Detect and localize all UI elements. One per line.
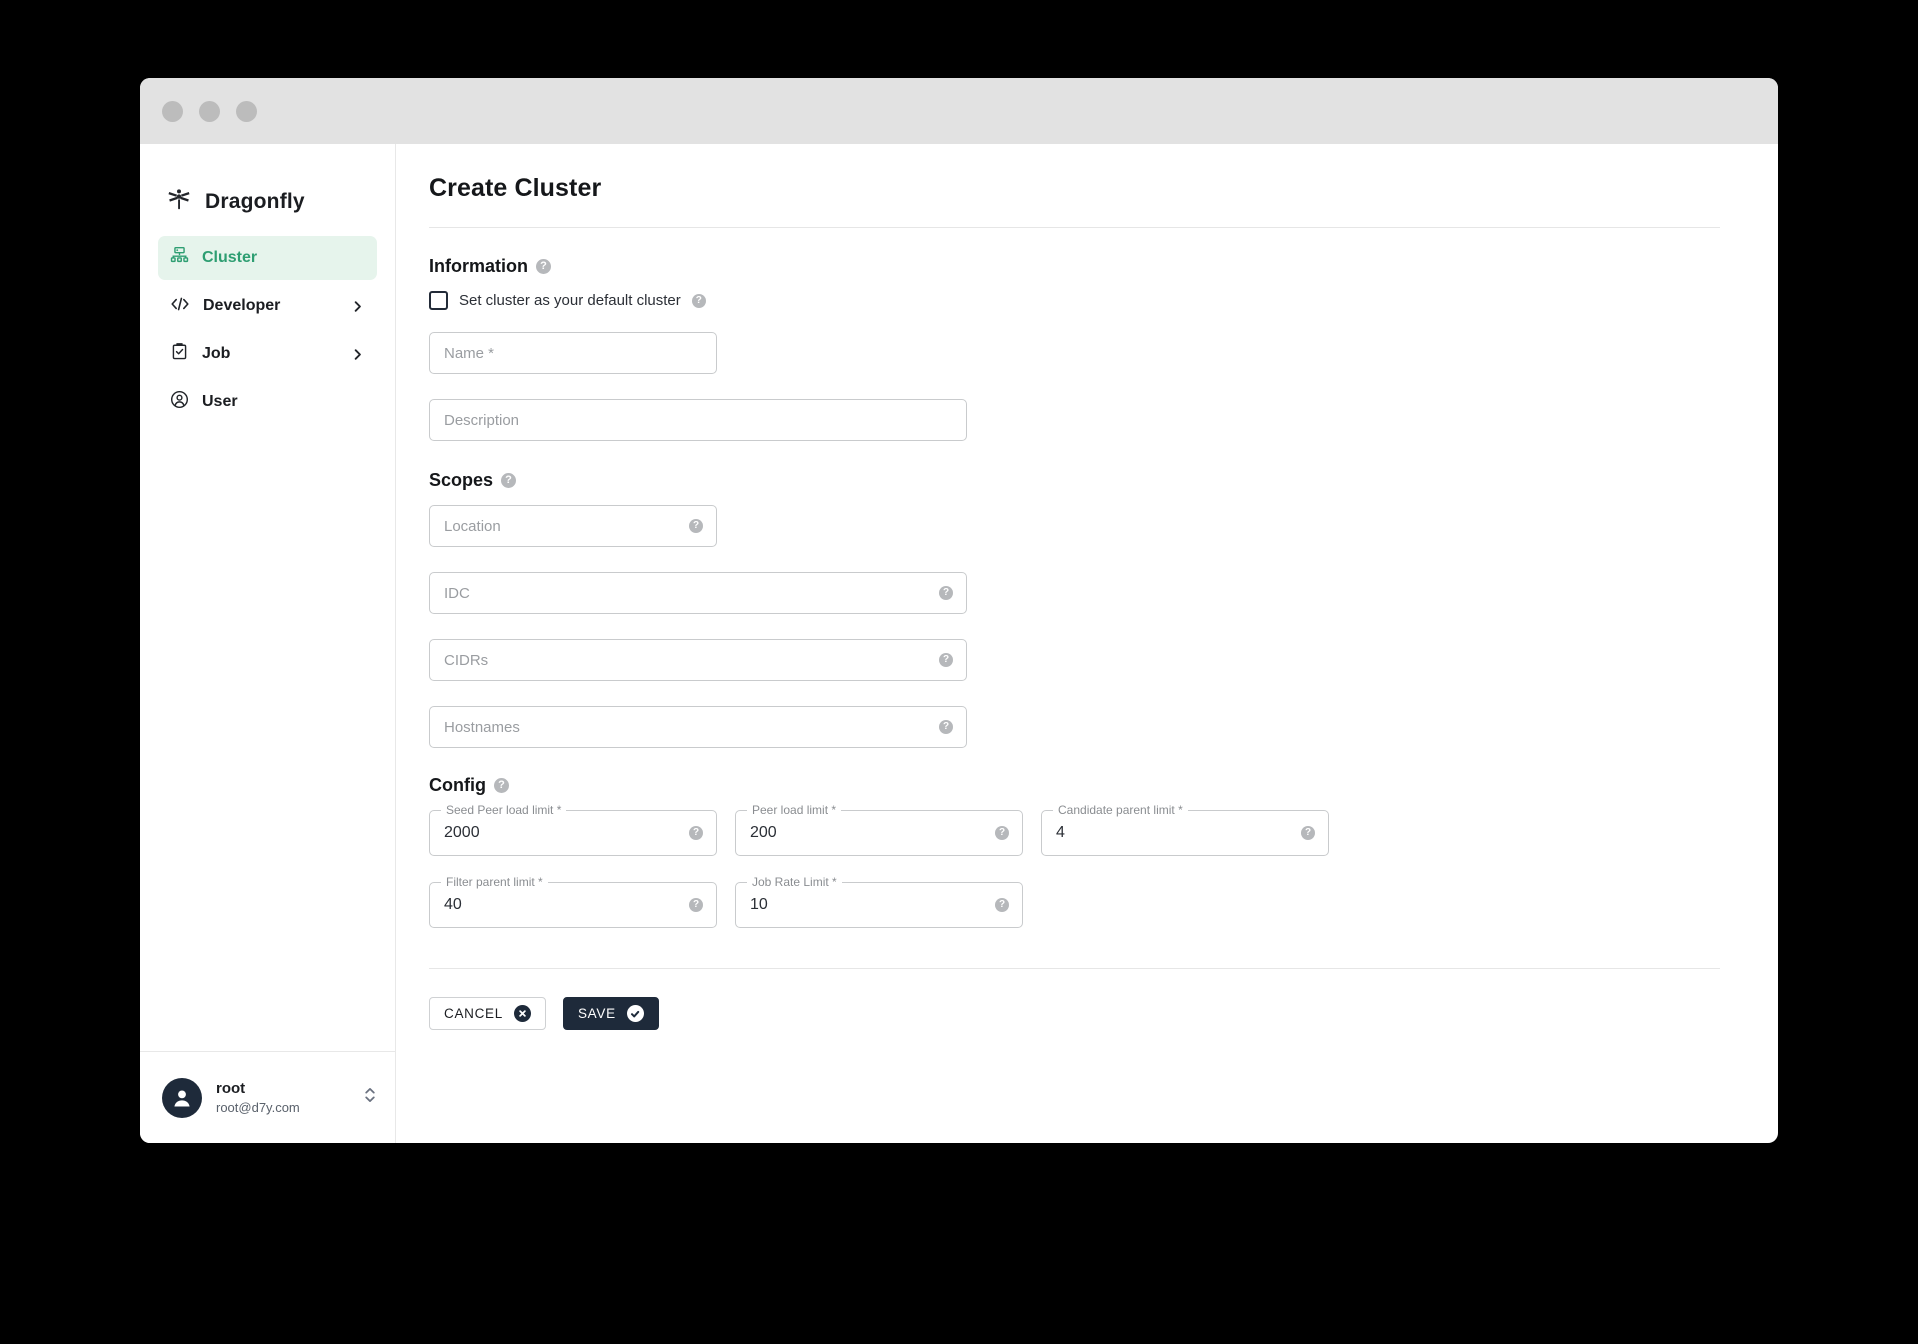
config-row: Seed Peer load limit * 2000 ? Peer load …: [429, 803, 1720, 856]
user-circle-icon: [170, 390, 189, 414]
title-divider: [429, 227, 1720, 228]
window-titlebar: [140, 78, 1778, 144]
description-field[interactable]: Description: [429, 399, 967, 441]
cancel-button-label: CANCEL: [444, 1006, 503, 1021]
close-circle-icon: [513, 1005, 531, 1022]
section-title: Scopes: [429, 470, 494, 490]
help-circle-icon[interactable]: ?: [1301, 826, 1315, 840]
sidebar-item-user[interactable]: User: [158, 380, 377, 424]
section-header-config: Config ?: [429, 775, 1720, 796]
field-value: 2000: [444, 824, 480, 841]
chevron-up-down-icon[interactable]: [363, 1084, 377, 1111]
default-cluster-checkbox-row: Set cluster as your default cluster ?: [429, 291, 1720, 310]
field-value: 10: [750, 896, 768, 913]
section-header-scopes: Scopes ?: [429, 470, 1720, 491]
filter-parent-limit-field[interactable]: Filter parent limit * 40 ?: [429, 875, 717, 928]
sidebar-item-label: Job: [202, 345, 231, 362]
peer-load-limit-field[interactable]: Peer load limit * 200 ?: [735, 803, 1023, 856]
page-title: Create Cluster: [429, 174, 602, 202]
cancel-button[interactable]: CANCEL: [429, 997, 546, 1030]
candidate-parent-limit-field[interactable]: Candidate parent limit * 4 ?: [1041, 803, 1329, 856]
check-circle-icon: [626, 1005, 644, 1022]
sidebar-item-label: Developer: [203, 297, 281, 314]
default-cluster-checkbox[interactable]: [429, 291, 448, 310]
idc-field[interactable]: IDC ?: [429, 572, 967, 614]
field-label: Candidate parent limit *: [1053, 803, 1188, 817]
help-circle-icon[interactable]: ?: [493, 778, 509, 793]
idc-placeholder: IDC: [444, 584, 470, 602]
profile-name: root: [216, 1079, 246, 1097]
profile-selector[interactable]: root root@d7y.com: [140, 1051, 395, 1143]
help-circle-icon[interactable]: ?: [501, 473, 517, 488]
cidrs-placeholder: CIDRs: [444, 651, 489, 669]
help-circle-icon[interactable]: ?: [939, 586, 953, 600]
cidrs-field[interactable]: CIDRs ?: [429, 639, 967, 681]
job-rate-limit-field[interactable]: Job Rate Limit * 10 ?: [735, 875, 1023, 928]
seed-peer-load-limit-field[interactable]: Seed Peer load limit * 2000 ?: [429, 803, 717, 856]
help-circle-icon[interactable]: ?: [995, 898, 1009, 912]
location-field[interactable]: Location ?: [429, 505, 717, 547]
field-value: 200: [750, 824, 777, 841]
main-content: Create Cluster Information ? Set cluster…: [396, 144, 1778, 1143]
help-circle-icon[interactable]: ?: [691, 293, 706, 308]
section-header-information: Information ?: [429, 256, 1720, 277]
field-label: Peer load limit *: [747, 803, 842, 817]
help-circle-icon[interactable]: ?: [689, 898, 703, 912]
cluster-icon: [170, 246, 189, 270]
field-label: Seed Peer load limit *: [441, 803, 567, 817]
form-actions: CANCEL SAVE: [429, 997, 1720, 1030]
close-window-button[interactable]: [162, 100, 183, 122]
name-field[interactable]: Name *: [429, 332, 717, 374]
hostnames-placeholder: Hostnames: [444, 718, 520, 736]
sidebar-item-label: User: [202, 393, 238, 410]
app-window: Dragonfly Cluster Developer Job User roo…: [140, 78, 1778, 1143]
help-circle-icon[interactable]: ?: [536, 259, 551, 274]
profile-text: root root@d7y.com: [216, 1079, 349, 1117]
sidebar-item-developer[interactable]: Developer: [158, 284, 377, 328]
profile-email: root@d7y.com: [216, 1099, 300, 1115]
chevron-right-icon[interactable]: [350, 347, 365, 362]
default-cluster-label: Set cluster as your default cluster: [459, 292, 681, 309]
sidebar-item-label: Cluster: [202, 249, 258, 266]
sidebar-item-cluster[interactable]: Cluster: [158, 236, 377, 280]
field-label: Filter parent limit *: [441, 875, 548, 889]
footer-divider: [429, 968, 1720, 969]
section-title: Information: [429, 256, 528, 276]
dragonfly-logo-icon: [166, 187, 192, 218]
sidebar: Dragonfly Cluster Developer Job User roo…: [140, 144, 396, 1143]
save-button[interactable]: SAVE: [562, 997, 659, 1030]
name-placeholder: Name *: [444, 344, 495, 362]
sidebar-item-job[interactable]: Job: [158, 332, 377, 376]
location-placeholder: Location: [444, 517, 501, 535]
field-value: 4: [1056, 824, 1065, 841]
hostnames-field[interactable]: Hostnames ?: [429, 706, 967, 748]
field-value: 40: [444, 896, 462, 913]
help-circle-icon[interactable]: ?: [689, 826, 703, 840]
field-label: Job Rate Limit *: [747, 875, 842, 889]
help-circle-icon[interactable]: ?: [689, 519, 703, 533]
sidebar-nav: Cluster Developer Job User: [140, 230, 395, 424]
minimize-window-button[interactable]: [199, 100, 220, 122]
maximize-window-button[interactable]: [236, 100, 257, 122]
help-circle-icon[interactable]: ?: [939, 720, 953, 734]
avatar: [162, 1077, 202, 1118]
section-title: Config: [429, 775, 486, 795]
description-placeholder: Description: [444, 411, 520, 429]
save-button-label: SAVE: [577, 1006, 616, 1021]
brand-name: Dragonfly: [205, 190, 305, 213]
brand: Dragonfly: [140, 144, 395, 230]
clipboard-check-icon: [170, 342, 189, 366]
help-circle-icon[interactable]: ?: [939, 653, 953, 667]
code-icon: [170, 294, 190, 319]
config-row: Filter parent limit * 40 ? Job Rate Limi…: [429, 875, 1720, 928]
chevron-right-icon[interactable]: [350, 299, 365, 314]
help-circle-icon[interactable]: ?: [995, 826, 1009, 840]
